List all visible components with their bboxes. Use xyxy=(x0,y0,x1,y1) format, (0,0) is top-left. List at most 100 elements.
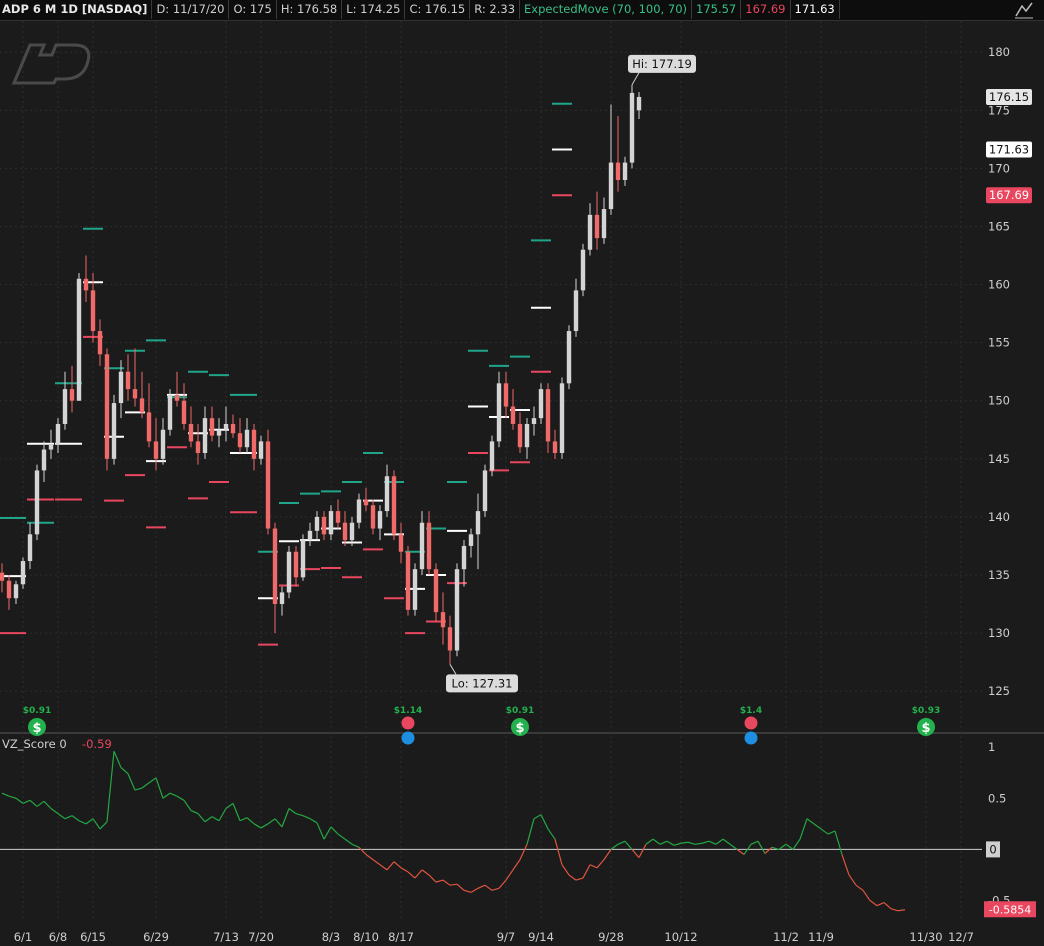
candle-body[interactable] xyxy=(125,371,131,390)
candle-body[interactable] xyxy=(104,354,110,459)
candle-body[interactable] xyxy=(552,441,558,454)
candle-body[interactable] xyxy=(209,418,215,436)
candle-body[interactable] xyxy=(265,441,271,529)
candle-body[interactable] xyxy=(195,441,201,454)
candle-body[interactable] xyxy=(426,522,432,570)
candle-body[interactable] xyxy=(447,627,453,651)
candle-body[interactable] xyxy=(363,499,369,506)
candle-body[interactable] xyxy=(622,162,628,181)
candle-body[interactable] xyxy=(384,476,390,512)
candle-body[interactable] xyxy=(279,592,285,605)
candle-body[interactable] xyxy=(20,561,26,585)
candle-body[interactable] xyxy=(538,389,544,419)
candle-body[interactable] xyxy=(608,162,614,210)
candle-body[interactable] xyxy=(146,412,152,442)
candle-body[interactable] xyxy=(419,522,425,570)
candle-body[interactable] xyxy=(188,423,194,442)
candle-body[interactable] xyxy=(272,528,278,605)
candle-body[interactable] xyxy=(286,551,292,593)
candle-body[interactable] xyxy=(503,383,509,407)
candle-body[interactable] xyxy=(55,423,61,445)
candle-body[interactable] xyxy=(601,209,607,239)
candle-body[interactable] xyxy=(440,612,446,628)
candle-body[interactable] xyxy=(615,162,621,181)
candle-body[interactable] xyxy=(356,499,362,523)
candle-body[interactable] xyxy=(545,389,551,442)
info-icon[interactable] xyxy=(401,731,415,745)
candle-body[interactable] xyxy=(160,429,166,459)
candle-body[interactable] xyxy=(181,400,187,424)
candle-body[interactable] xyxy=(328,511,334,535)
candle-body[interactable] xyxy=(307,530,313,541)
candle-body[interactable] xyxy=(6,580,12,599)
candle-body[interactable] xyxy=(62,389,68,424)
candle-body[interactable] xyxy=(405,551,411,610)
candle-body[interactable] xyxy=(314,516,320,531)
candle-body[interactable] xyxy=(370,505,376,529)
candle-body[interactable] xyxy=(321,516,327,535)
candle-body[interactable] xyxy=(48,444,54,450)
candle-body[interactable] xyxy=(594,214,600,239)
candle-body[interactable] xyxy=(412,569,418,610)
candle-body[interactable] xyxy=(111,403,117,459)
candle-body[interactable] xyxy=(90,290,96,332)
candle-body[interactable] xyxy=(83,278,89,291)
candle-body[interactable] xyxy=(510,406,516,424)
candle-body[interactable] xyxy=(223,423,229,430)
candle-body[interactable] xyxy=(76,278,82,401)
candle-body[interactable] xyxy=(244,429,250,448)
candle-body[interactable] xyxy=(13,584,19,599)
candle-body[interactable] xyxy=(433,569,439,613)
candle-body[interactable] xyxy=(118,371,124,404)
style-icon[interactable] xyxy=(1012,0,1036,20)
candle-body[interactable] xyxy=(132,389,138,399)
candle-body[interactable] xyxy=(153,441,159,459)
candle-body[interactable] xyxy=(139,398,145,413)
candle-body[interactable] xyxy=(636,96,642,111)
candle-body[interactable] xyxy=(482,470,488,512)
candle-body[interactable] xyxy=(167,394,173,430)
candle-body[interactable] xyxy=(258,441,264,459)
candle-body[interactable] xyxy=(342,522,348,541)
candle-body[interactable] xyxy=(629,92,635,163)
earnings-icon[interactable] xyxy=(744,716,758,730)
candle-body[interactable] xyxy=(251,429,257,459)
candle-body[interactable] xyxy=(216,429,222,436)
candle-body[interactable] xyxy=(34,470,40,535)
candle-body[interactable] xyxy=(566,331,572,384)
symbol-label[interactable]: ADP 6 M 1D [NASDAQ] xyxy=(0,0,153,19)
earnings-icon[interactable] xyxy=(401,716,415,730)
candle-body[interactable] xyxy=(461,545,467,570)
study-label[interactable]: ExpectedMove (70, 100, 70) xyxy=(520,0,692,19)
candle-body[interactable] xyxy=(587,214,593,250)
candle-body[interactable] xyxy=(580,249,586,291)
candle-body[interactable] xyxy=(230,423,236,434)
candle-body[interactable] xyxy=(391,476,397,535)
candle-body[interactable] xyxy=(454,569,460,651)
candle-body[interactable] xyxy=(335,511,341,523)
candle-body[interactable] xyxy=(517,423,523,448)
candle-body[interactable] xyxy=(202,418,208,454)
candle-body[interactable] xyxy=(0,572,5,581)
candle-body[interactable] xyxy=(496,383,502,442)
candle-body[interactable] xyxy=(468,534,474,546)
candle-body[interactable] xyxy=(293,551,299,578)
candle-body[interactable] xyxy=(559,383,565,454)
candle-body[interactable] xyxy=(475,511,481,535)
candle-body[interactable] xyxy=(573,290,579,332)
candle-body[interactable] xyxy=(41,449,47,471)
candle-body[interactable] xyxy=(300,540,306,578)
candle-body[interactable] xyxy=(531,418,537,424)
candle-body[interactable] xyxy=(174,394,180,401)
info-icon[interactable] xyxy=(744,731,758,745)
candle-body[interactable] xyxy=(97,331,103,355)
candle-body[interactable] xyxy=(377,511,383,529)
candle-body[interactable] xyxy=(27,534,33,562)
candle-body[interactable] xyxy=(524,423,530,448)
candle-body[interactable] xyxy=(349,522,355,541)
price-chart[interactable]: $0.91 $ $1.14 $0.91 $ $1.4 $0.93 $ Hi: 177.19 Lo… xyxy=(0,21,1044,946)
candle-body[interactable] xyxy=(398,534,404,552)
vz-study-label[interactable]: VZ_Score 0 xyxy=(2,737,67,751)
candle-body[interactable] xyxy=(489,441,495,471)
candle-body[interactable] xyxy=(237,433,243,448)
